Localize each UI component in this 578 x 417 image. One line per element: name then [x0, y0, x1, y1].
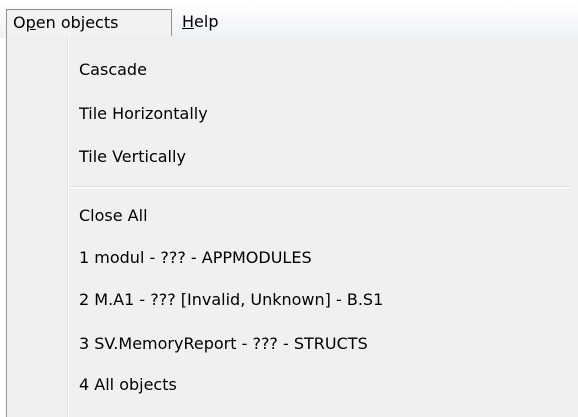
menu-open-objects-label: Open objects: [13, 13, 119, 32]
menu-help-label: Help: [182, 12, 219, 31]
menu-bar: Open objects Help: [0, 0, 578, 38]
open-objects-dropdown: Cascade Tile Horizontally Tile Verticall…: [6, 36, 578, 417]
menu-item-window-1[interactable]: 1 modul - ??? - APPMODULES: [8, 240, 573, 276]
menu-item-window-3[interactable]: 3 SV.MemoryReport - ??? - STRUCTS: [8, 326, 573, 362]
menu-item-cascade[interactable]: Cascade: [8, 52, 573, 88]
menu-help[interactable]: Help: [174, 9, 246, 37]
menu-item-window-4[interactable]: 4 All objects: [8, 367, 573, 403]
menu-separator: [69, 186, 573, 187]
menu-open-objects[interactable]: Open objects: [6, 9, 172, 37]
menu-item-tile-vertically[interactable]: Tile Vertically: [8, 139, 573, 175]
menu-item-window-2[interactable]: 2 M.A1 - ??? [Invalid, Unknown] - B.S1: [8, 282, 573, 318]
menu-item-tile-horizontally[interactable]: Tile Horizontally: [8, 96, 573, 132]
menu-item-close-all[interactable]: Close All: [8, 198, 573, 234]
